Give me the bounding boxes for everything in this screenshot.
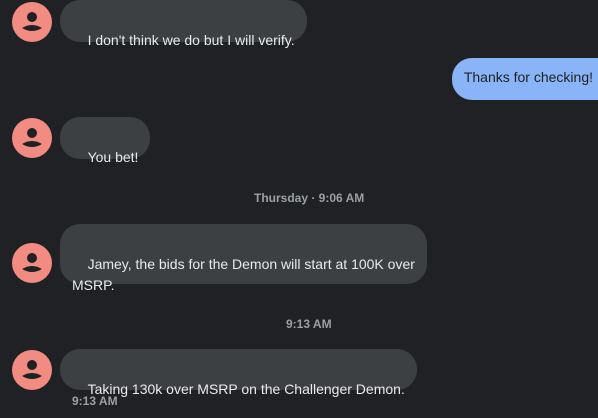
message-bubble[interactable]: Jamey, the bids for the Demon will start… — [60, 224, 427, 293]
conversation-thread: I don't think we do but I will verify. T… — [0, 0, 598, 418]
person-icon — [22, 253, 42, 272]
outgoing-message-bubble[interactable]: Thanks for checking! — [451, 58, 598, 100]
contact-avatar[interactable] — [12, 243, 52, 283]
date-separator: Thursday · 9:06 AM — [254, 191, 365, 205]
time-separator: 9:13 AM — [286, 317, 332, 331]
message-bubble[interactable]: You bet! — [60, 117, 151, 165]
message-bubble[interactable]: Taking 130k over MSRP on the Challenger … — [60, 349, 417, 397]
message-bubble[interactable]: I don't think we do but I will verify. — [60, 0, 307, 48]
message-text: I don't think we do but I will verify. — [87, 32, 295, 48]
message-text: Thanks for checking! — [463, 69, 593, 85]
message-text: Taking 130k over MSRP on the Challenger … — [87, 381, 405, 397]
contact-avatar[interactable] — [12, 350, 52, 390]
person-icon — [22, 12, 42, 31]
contact-avatar[interactable] — [12, 118, 52, 158]
message-timestamp: 9:13 AM — [72, 394, 118, 408]
person-icon — [22, 360, 42, 379]
person-icon — [22, 128, 42, 147]
message-text: Jamey, the bids for the Demon will start… — [72, 256, 419, 293]
contact-avatar[interactable] — [12, 2, 52, 42]
message-text: You bet! — [87, 149, 139, 165]
